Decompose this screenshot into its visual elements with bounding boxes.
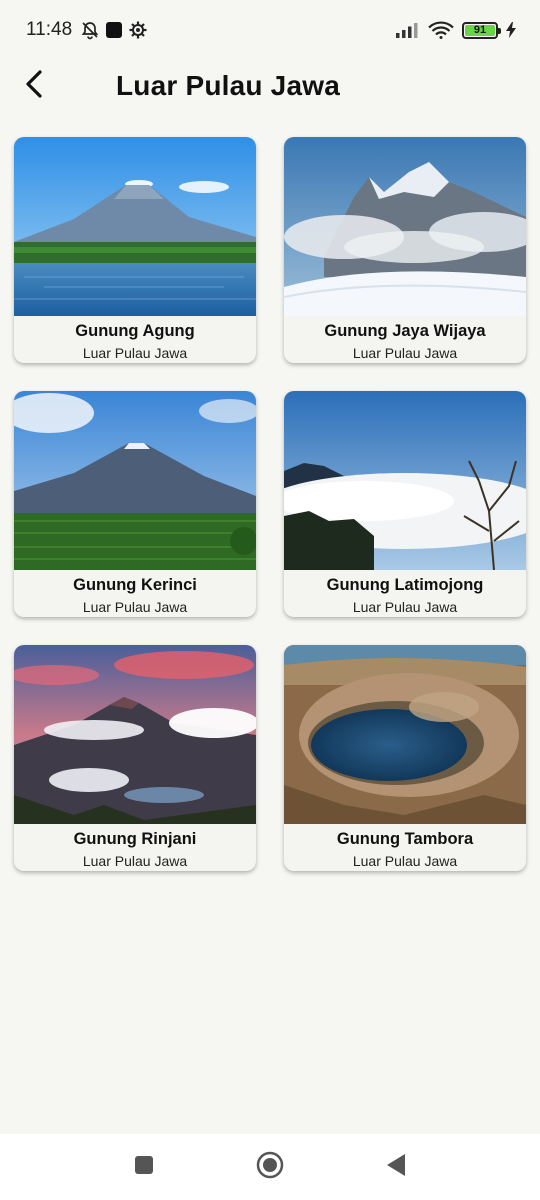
home-button[interactable]	[250, 1147, 290, 1187]
mountain-card-tambora[interactable]: Gunung Tambora Luar Pulau Jawa	[284, 645, 526, 871]
mountain-name: Gunung Rinjani	[73, 830, 197, 848]
status-right: 91	[396, 21, 516, 39]
recents-square-icon	[134, 1155, 154, 1180]
mountain-photo	[284, 391, 526, 570]
back-button[interactable]	[16, 68, 52, 104]
mountain-region: Luar Pulau Jawa	[352, 853, 458, 869]
system-nav-bar	[0, 1134, 540, 1200]
mountain-region: Luar Pulau Jawa	[82, 853, 188, 869]
mountain-card-latimojong[interactable]: Gunung Latimojong Luar Pulau Jawa	[284, 391, 526, 617]
mountain-card-agung[interactable]: Gunung Agung Luar Pulau Jawa	[14, 137, 256, 363]
mountain-photo	[14, 391, 256, 570]
mountain-name: Gunung Jaya Wijaya	[324, 322, 486, 340]
wifi-icon	[428, 21, 454, 39]
mountain-region: Luar Pulau Jawa	[352, 599, 458, 615]
app-square-icon	[106, 22, 123, 38]
mountain-name: Gunung Kerinci	[73, 576, 197, 594]
back-nav-button[interactable]	[376, 1147, 416, 1187]
mountain-card-rinjani[interactable]: Gunung Rinjani Luar Pulau Jawa	[14, 645, 256, 871]
mountain-photo	[284, 137, 526, 316]
signal-icon	[396, 22, 420, 38]
mountain-card-jaya-wijaya[interactable]: Gunung Jaya Wijaya Luar Pulau Jawa	[284, 137, 526, 363]
mountain-region: Luar Pulau Jawa	[82, 345, 188, 361]
mountain-photo	[284, 645, 526, 824]
recents-button[interactable]	[124, 1147, 164, 1187]
mountain-region: Luar Pulau Jawa	[82, 599, 188, 615]
mountain-photo	[14, 645, 256, 824]
mountain-card-kerinci[interactable]: Gunung Kerinci Luar Pulau Jawa	[14, 391, 256, 617]
app-header: Luar Pulau Jawa	[0, 60, 540, 112]
mountain-name: Gunung Agung	[75, 322, 195, 340]
home-circle-icon	[256, 1151, 284, 1184]
bell-off-icon	[80, 20, 100, 40]
battery-icon: 91	[462, 21, 501, 39]
gear-icon	[128, 20, 148, 40]
mountain-grid: Gunung Agung Luar Pulau Jawa Gunung Jaya…	[14, 137, 526, 871]
mountain-name: Gunung Tambora	[336, 830, 474, 848]
battery-level: 91	[465, 24, 495, 36]
chevron-left-icon	[23, 69, 45, 104]
status-left: 11:48	[26, 19, 148, 41]
charging-bolt-icon	[506, 22, 516, 38]
status-time: 11:48	[26, 19, 73, 40]
back-triangle-icon	[386, 1153, 406, 1182]
status-bar: 11:48 91	[0, 0, 540, 60]
mountain-photo	[14, 137, 256, 316]
mountain-name: Gunung Latimojong	[326, 576, 484, 594]
mountain-region: Luar Pulau Jawa	[352, 345, 458, 361]
page-title: Luar Pulau Jawa	[116, 70, 340, 101]
